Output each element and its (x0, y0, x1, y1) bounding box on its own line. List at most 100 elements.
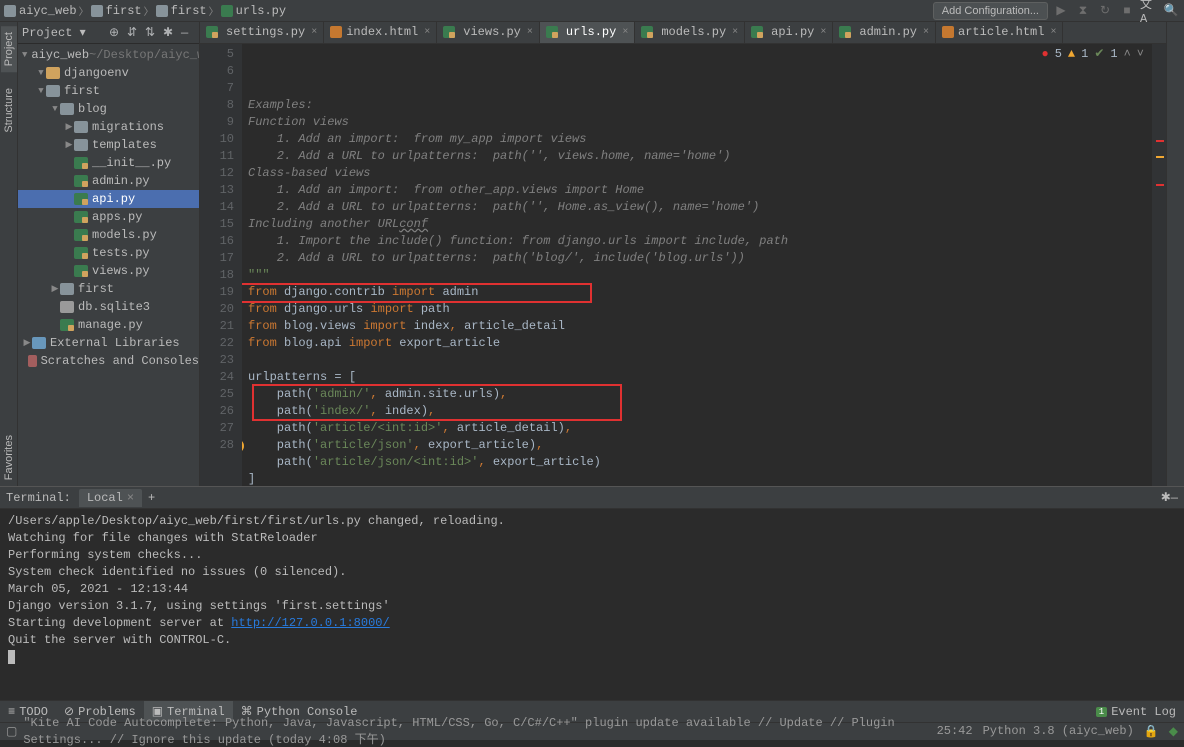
project-tree[interactable]: ▼aiyc_web ~/Desktop/aiyc_we▼djangoenv▼fi… (18, 44, 199, 486)
editor-tab[interactable]: models.py× (635, 22, 745, 43)
line-number[interactable]: 17 (200, 250, 234, 267)
new-terminal-icon[interactable]: + (148, 491, 155, 505)
code-line[interactable]: path('article/json', export_article), (248, 437, 1152, 454)
breadcrumb-item[interactable]: urls.py (221, 4, 286, 18)
search-icon[interactable]: 🔍 (1162, 2, 1180, 20)
close-icon[interactable]: × (311, 27, 317, 38)
line-number[interactable]: 19 (200, 284, 234, 301)
code-line[interactable]: Examples: (248, 97, 1152, 114)
editor-tab[interactable]: views.py× (437, 22, 540, 43)
error-stripe[interactable] (1152, 44, 1166, 486)
close-icon[interactable]: × (127, 491, 134, 505)
caret-position[interactable]: 25:42 (937, 724, 973, 739)
lock-icon[interactable]: 🔒 (1144, 724, 1159, 739)
close-icon[interactable]: × (820, 27, 826, 38)
rail-tab-structure[interactable]: Structure (1, 82, 17, 139)
line-number[interactable]: 6 (200, 63, 234, 80)
editor-tab[interactable]: admin.py× (833, 22, 936, 43)
tree-arrow-icon[interactable]: ▼ (22, 50, 27, 60)
tree-row[interactable]: tests.py (18, 244, 199, 262)
translate-icon[interactable]: 文A (1140, 2, 1158, 20)
close-icon[interactable]: × (923, 27, 929, 38)
inspection-status[interactable]: ●5 ▲1 ✔1 ˄˅ (1042, 47, 1144, 62)
line-number[interactable]: 5 (200, 46, 234, 63)
tree-arrow-icon[interactable]: ▶ (64, 122, 74, 132)
terminal-settings-icon[interactable]: ✱ (1161, 490, 1171, 505)
code-line[interactable]: urlpatterns = [ (248, 369, 1152, 386)
run-icon[interactable]: ▶ (1052, 2, 1070, 20)
code-line[interactable]: from django.contrib import admin (248, 284, 1152, 301)
tree-arrow-icon[interactable]: ▶ (64, 140, 74, 150)
tree-row[interactable]: db.sqlite3 (18, 298, 199, 316)
tree-row[interactable]: ▼first (18, 82, 199, 100)
close-icon[interactable]: × (1050, 27, 1056, 38)
tree-row[interactable]: apps.py (18, 208, 199, 226)
line-number[interactable]: 25 (200, 386, 234, 403)
coverage-icon[interactable]: ↻ (1096, 2, 1114, 20)
tree-row[interactable]: Scratches and Consoles (18, 352, 199, 370)
line-number[interactable]: 8 (200, 97, 234, 114)
tree-arrow-icon[interactable]: ▼ (36, 86, 46, 96)
line-number[interactable]: 7 (200, 80, 234, 97)
editor-tab[interactable]: index.html× (324, 22, 437, 43)
code-line[interactable]: from blog.api import export_article (248, 335, 1152, 352)
editor-tab[interactable]: article.html× (936, 22, 1063, 43)
tree-row[interactable]: ▶first (18, 280, 199, 298)
code-line[interactable]: path('index/', index), (248, 403, 1152, 420)
tree-arrow-icon[interactable]: ▶ (50, 284, 60, 294)
close-icon[interactable]: × (732, 27, 738, 38)
add-configuration-button[interactable]: Add Configuration... (933, 2, 1048, 20)
tree-row[interactable]: ▼aiyc_web ~/Desktop/aiyc_we (18, 46, 199, 64)
line-number[interactable]: 22 (200, 335, 234, 352)
code-line[interactable]: 1. Import the include() function: from d… (248, 233, 1152, 250)
tree-arrow-icon[interactable]: ▼ (36, 68, 46, 78)
tree-row[interactable]: admin.py (18, 172, 199, 190)
line-number[interactable]: 24 (200, 369, 234, 386)
tree-row[interactable]: api.py (18, 190, 199, 208)
tree-row[interactable]: models.py (18, 226, 199, 244)
editor-tab[interactable]: api.py× (745, 22, 833, 43)
line-number[interactable]: 14 (200, 199, 234, 216)
tree-row[interactable]: views.py (18, 262, 199, 280)
tree-row[interactable]: ▼djangoenv (18, 64, 199, 82)
code-line[interactable]: from django.urls import path (248, 301, 1152, 318)
editor-body[interactable]: 5678910111213141516171819202122232425262… (200, 44, 1166, 486)
code-line[interactable]: 2. Add a URL to urlpatterns: path('', vi… (248, 148, 1152, 165)
editor-code[interactable]: ●5 ▲1 ✔1 ˄˅ Examples:Function views 1. A… (242, 44, 1152, 486)
code-line[interactable]: """ (248, 267, 1152, 284)
rail-tab-project[interactable]: Project (1, 26, 17, 72)
close-icon[interactable]: × (424, 27, 430, 38)
server-url-link[interactable]: http://127.0.0.1:8000/ (231, 616, 389, 630)
code-line[interactable]: path('article/<int:id>', article_detail)… (248, 420, 1152, 437)
stop-icon[interactable]: ■ (1118, 2, 1136, 20)
line-number[interactable]: 9 (200, 114, 234, 131)
code-line[interactable]: path('article/json/<int:id>', export_art… (248, 454, 1152, 471)
close-icon[interactable]: × (622, 27, 628, 38)
code-line[interactable]: from blog.views import index, article_de… (248, 318, 1152, 335)
tree-row[interactable]: __init__.py (18, 154, 199, 172)
terminal-hide-icon[interactable]: — (1171, 491, 1178, 505)
code-line[interactable]: 2. Add a URL to urlpatterns: path('', Ho… (248, 199, 1152, 216)
line-number[interactable]: 18 (200, 267, 234, 284)
rail-tab-favorites[interactable]: Favorites (1, 429, 17, 486)
code-line[interactable]: path('admin/', admin.site.urls), (248, 386, 1152, 403)
tree-row[interactable]: ▼blog (18, 100, 199, 118)
line-number[interactable]: 10 (200, 131, 234, 148)
terminal-body[interactable]: /Users/apple/Desktop/aiyc_web/first/firs… (0, 509, 1184, 700)
tree-arrow-icon[interactable]: ▼ (50, 104, 60, 114)
line-number[interactable]: 23 (200, 352, 234, 369)
line-number[interactable]: 26 (200, 403, 234, 420)
line-number[interactable]: 16 (200, 233, 234, 250)
breadcrumb-item[interactable]: first (91, 4, 142, 18)
debug-icon[interactable]: ⧗ (1074, 2, 1092, 20)
line-number[interactable]: 28 (200, 437, 234, 454)
line-number[interactable]: 20 (200, 301, 234, 318)
line-number[interactable]: 12 (200, 165, 234, 182)
intention-bulb-icon[interactable] (242, 439, 244, 453)
settings-icon[interactable]: ✱ (163, 25, 177, 40)
code-line[interactable]: ] (248, 471, 1152, 486)
tree-row[interactable]: ▶templates (18, 136, 199, 154)
select-opened-file-icon[interactable]: ⊕ (109, 25, 123, 40)
line-number[interactable]: 15 (200, 216, 234, 233)
hide-icon[interactable]: — (181, 26, 195, 40)
